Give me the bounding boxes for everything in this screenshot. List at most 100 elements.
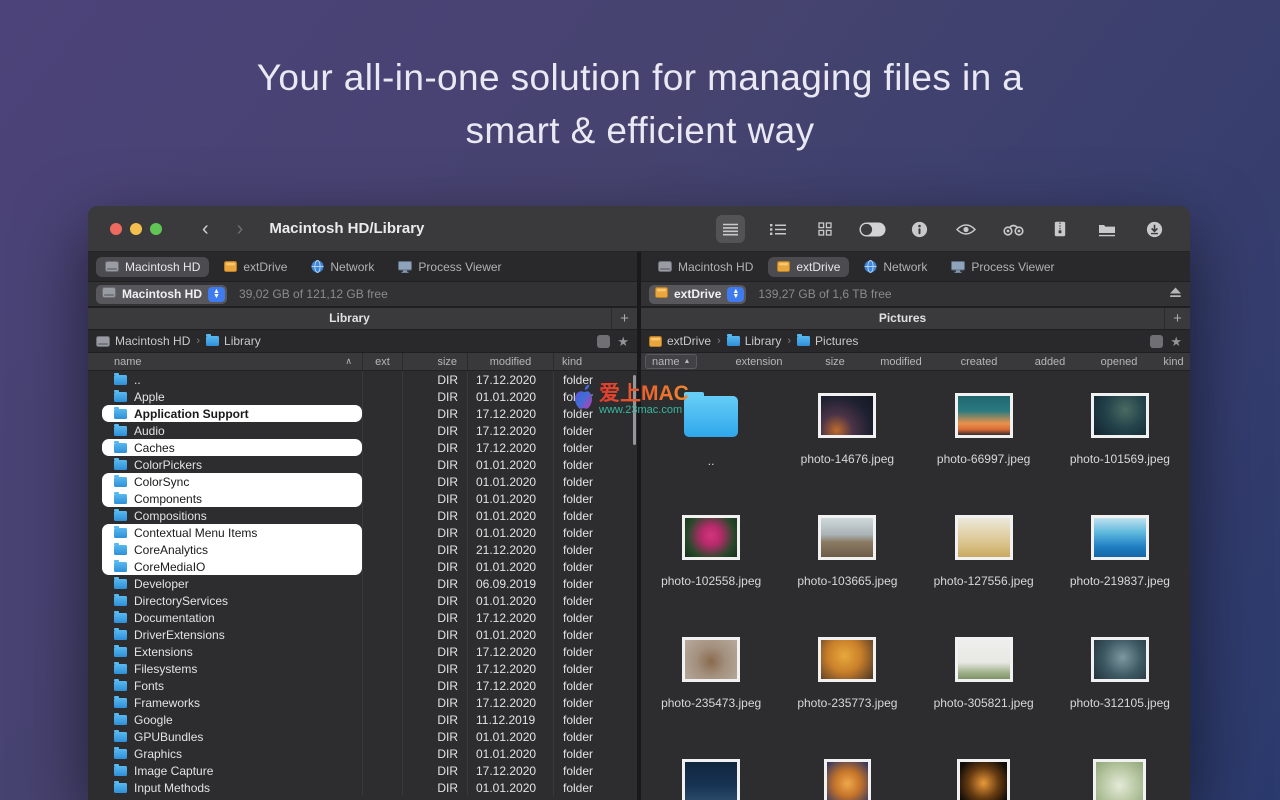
breadcrumb-item[interactable]: Macintosh HD <box>96 334 190 348</box>
column-header-opened[interactable]: opened <box>1081 353 1157 370</box>
table-row[interactable]: Image CaptureDIR17.12.2020folder <box>88 762 637 779</box>
add-tab-button[interactable]: + <box>1164 308 1190 329</box>
photo-item[interactable]: photo-103665.jpeg <box>794 515 900 637</box>
back-icon[interactable]: ‹ <box>202 219 209 239</box>
binoculars-button[interactable] <box>999 215 1027 243</box>
table-row[interactable]: ComponentsDIR01.01.2020folder <box>88 490 637 507</box>
table-row[interactable]: GraphicsDIR01.01.2020folder <box>88 745 637 762</box>
column-header-modified[interactable]: modified <box>863 353 939 370</box>
table-row[interactable]: DocumentationDIR17.12.2020folder <box>88 609 637 626</box>
column-header-created[interactable]: created <box>939 353 1019 370</box>
column-header-modified[interactable]: modified <box>467 353 553 370</box>
photo-item[interactable]: photo-102558.jpeg <box>658 515 764 637</box>
network-folder-button[interactable] <box>1093 215 1121 243</box>
breadcrumb-item[interactable]: Pictures <box>797 334 858 348</box>
tag-icon[interactable] <box>1150 335 1163 348</box>
photo-item[interactable]: photo-219837.jpeg <box>1067 515 1173 637</box>
size-cell: DIR <box>402 779 467 796</box>
column-header-extension[interactable]: extension <box>711 353 807 370</box>
breadcrumb-item[interactable]: extDrive <box>649 334 711 348</box>
photo-item[interactable]: photo-101569.jpeg <box>1067 393 1173 515</box>
tab-extdrive[interactable]: extDrive <box>768 257 849 277</box>
kind-cell: folder <box>553 575 637 592</box>
right-drive-bar: extDrive ▲▼ 139,27 GB of 1,6 TB free <box>641 282 1190 307</box>
close-button[interactable] <box>110 223 122 235</box>
name-cell: ColorSync <box>88 473 362 490</box>
tab-process-viewer[interactable]: Process Viewer <box>942 257 1063 277</box>
table-row[interactable]: DirectoryServicesDIR01.01.2020folder <box>88 592 637 609</box>
right-drive-selector[interactable]: extDrive ▲▼ <box>649 285 746 304</box>
photo-item[interactable] <box>957 759 1010 800</box>
table-row[interactable]: GPUBundlesDIR01.01.2020folder <box>88 728 637 745</box>
breadcrumb-item[interactable]: Library <box>727 334 782 348</box>
tag-icon[interactable] <box>597 335 610 348</box>
info-button[interactable] <box>905 215 933 243</box>
download-button[interactable] <box>1140 215 1168 243</box>
photo-item[interactable] <box>682 759 740 800</box>
table-row[interactable]: AudioDIR17.12.2020folder <box>88 422 637 439</box>
column-header-size[interactable]: size <box>402 353 467 370</box>
breadcrumb-item[interactable]: Library <box>206 334 261 348</box>
photo-item[interactable]: photo-127556.jpeg <box>931 515 1037 637</box>
view-columns-button[interactable] <box>764 215 792 243</box>
folder-icon <box>114 647 127 657</box>
archive-button[interactable] <box>1046 215 1074 243</box>
photo-item[interactable] <box>824 759 871 800</box>
photo-item[interactable]: photo-235473.jpeg <box>658 637 764 759</box>
table-row[interactable]: FontsDIR17.12.2020folder <box>88 677 637 694</box>
column-header-kind[interactable]: kind <box>1157 353 1190 370</box>
column-header-kind[interactable]: kind <box>553 353 637 370</box>
column-header-ext[interactable]: ext <box>362 353 402 370</box>
table-row[interactable]: ColorSyncDIR01.01.2020folder <box>88 473 637 490</box>
tab-extdrive[interactable]: extDrive <box>215 257 296 277</box>
column-header-name[interactable]: name∧ <box>88 353 362 370</box>
column-header-added[interactable]: added <box>1019 353 1081 370</box>
left-drive-selector[interactable]: Macintosh HD ▲▼ <box>96 285 227 304</box>
toggle-button[interactable] <box>858 215 886 243</box>
zoom-button[interactable] <box>150 223 162 235</box>
view-list-button[interactable] <box>716 215 745 243</box>
table-row[interactable]: Application SupportDIR17.12.2020folder <box>88 405 637 422</box>
tab-macintosh-hd[interactable]: Macintosh HD <box>96 257 209 277</box>
forward-icon[interactable]: › <box>237 219 244 239</box>
photo-item[interactable]: photo-66997.jpeg <box>931 393 1037 515</box>
photo-item[interactable]: photo-305821.jpeg <box>931 637 1037 759</box>
table-row[interactable]: FilesystemsDIR17.12.2020folder <box>88 660 637 677</box>
column-header-size[interactable]: size <box>807 353 863 370</box>
column-header-name[interactable]: name▲ <box>641 353 711 370</box>
table-row[interactable]: CachesDIR17.12.2020folder <box>88 439 637 456</box>
dual-pane-area: Macintosh HD extDrive Network Process Viewe… <box>88 252 1190 800</box>
view-grid-button[interactable] <box>811 215 839 243</box>
name-cell: Google <box>88 711 362 728</box>
column-label: kind <box>562 356 582 368</box>
table-row[interactable]: CoreMediaIODIR01.01.2020folder <box>88 558 637 575</box>
table-row[interactable]: AppleDIR01.01.2020folder <box>88 388 637 405</box>
eye-button[interactable] <box>952 215 980 243</box>
favorite-star-icon[interactable]: ★ <box>617 335 629 348</box>
drive-stepper-icon[interactable]: ▲▼ <box>727 287 744 302</box>
tab-process-viewer[interactable]: Process Viewer <box>389 257 510 277</box>
table-row[interactable]: ..DIR17.12.2020folder <box>88 371 637 388</box>
eject-icon[interactable] <box>1169 285 1182 303</box>
table-row[interactable]: GoogleDIR11.12.2019folder <box>88 711 637 728</box>
photo-item[interactable]: photo-235773.jpeg <box>794 637 900 759</box>
table-row[interactable]: Contextual Menu ItemsDIR01.01.2020folder <box>88 524 637 541</box>
photo-item[interactable] <box>1093 759 1146 800</box>
table-row[interactable]: CoreAnalyticsDIR21.12.2020folder <box>88 541 637 558</box>
photo-item[interactable]: photo-14676.jpeg <box>794 393 900 515</box>
table-row[interactable]: DeveloperDIR06.09.2019folder <box>88 575 637 592</box>
tab-network[interactable]: Network <box>855 257 936 277</box>
table-row[interactable]: DriverExtensionsDIR01.01.2020folder <box>88 626 637 643</box>
table-row[interactable]: Input MethodsDIR01.01.2020folder <box>88 779 637 796</box>
table-row[interactable]: CompositionsDIR01.01.2020folder <box>88 507 637 524</box>
table-row[interactable]: ColorPickersDIR01.01.2020folder <box>88 456 637 473</box>
table-row[interactable]: FrameworksDIR17.12.2020folder <box>88 694 637 711</box>
tab-macintosh-hd[interactable]: Macintosh HD <box>649 257 762 277</box>
photo-item[interactable]: photo-312105.jpeg <box>1067 637 1173 759</box>
drive-stepper-icon[interactable]: ▲▼ <box>208 287 225 302</box>
add-tab-button[interactable]: + <box>611 308 637 329</box>
table-row[interactable]: ExtensionsDIR17.12.2020folder <box>88 643 637 660</box>
minimize-button[interactable] <box>130 223 142 235</box>
favorite-star-icon[interactable]: ★ <box>1170 335 1182 348</box>
tab-network[interactable]: Network <box>302 257 383 277</box>
